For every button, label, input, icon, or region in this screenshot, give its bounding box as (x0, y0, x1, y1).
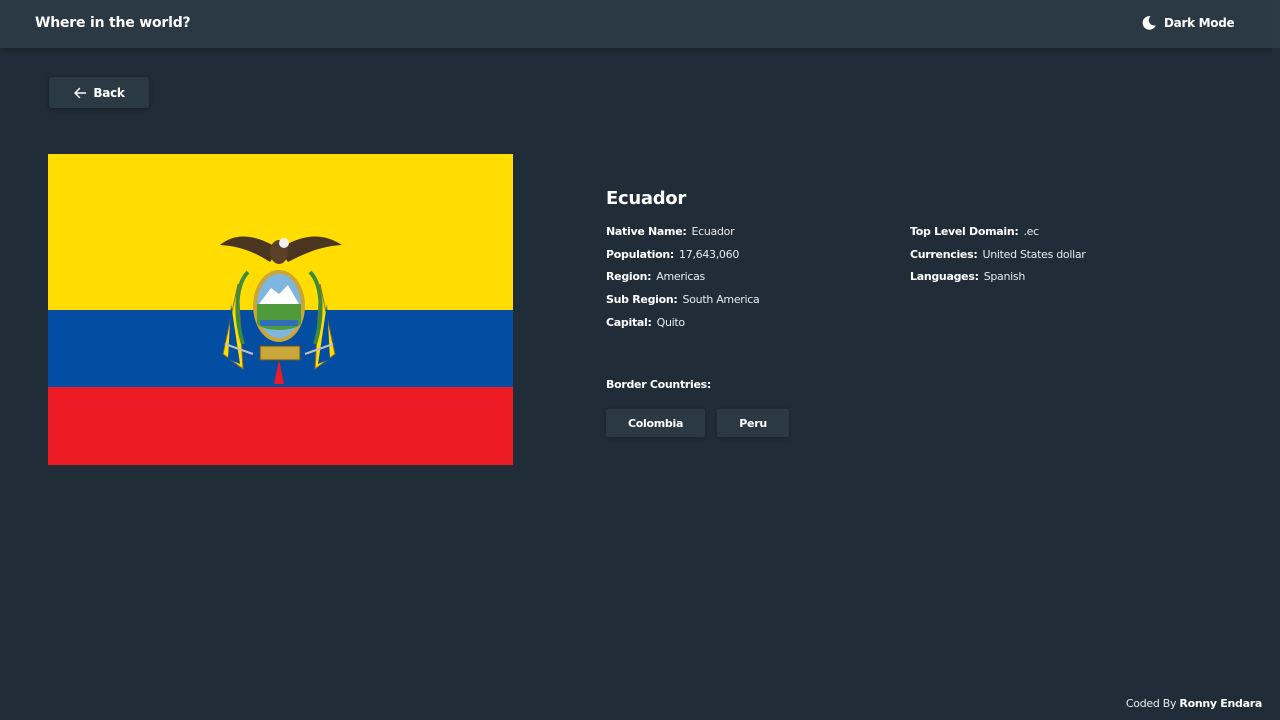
region-value: Americas (656, 270, 705, 284)
currencies-label: Currencies: (910, 247, 978, 261)
capital-label: Capital: (606, 315, 652, 329)
scrollbar[interactable] (1272, 0, 1280, 720)
sub-region-row: Sub Region: South America (606, 293, 760, 316)
app-header: Where in the world? Dark Mode (0, 0, 1280, 48)
border-country-button-colombia[interactable]: Colombia (606, 409, 706, 437)
back-button-label: Back (93, 85, 125, 100)
footer-author: Ronny Endara (1179, 697, 1262, 710)
app-title: Where in the world? (35, 15, 191, 31)
country-name: Ecuador (606, 188, 686, 209)
back-button[interactable]: Back (49, 77, 149, 108)
native-name-row: Native Name: Ecuador (606, 225, 759, 248)
region-label: Region: (606, 270, 652, 284)
languages-row: Languages: Spanish (910, 270, 1086, 293)
scrollbar-thumb[interactable] (1272, 0, 1280, 48)
border-countries-label: Border Countries: (606, 378, 712, 391)
languages-value: Spanish (983, 270, 1026, 284)
population-row: Population: 17,643,060 (606, 248, 759, 271)
population-value: 17,643,060 (679, 247, 740, 261)
population-label: Population: (606, 247, 675, 261)
tld-value: .ec (1023, 225, 1039, 238)
moon-icon (1141, 15, 1157, 31)
languages-label: Languages: (910, 270, 979, 284)
sub-region-value: South America (682, 293, 760, 307)
tld-label: Top Level Domain: (910, 225, 1019, 238)
footer-credit: Coded By Ronny Endara (1126, 697, 1262, 710)
capital-value: Quito (656, 315, 686, 329)
native-name-label: Native Name: (606, 225, 687, 238)
primary-info: Native Name: Ecuador Population: 17,643,06… (606, 225, 760, 339)
currencies-value: United States dollar (982, 247, 1086, 261)
capital-row: Capital: Quito (606, 316, 759, 339)
secondary-info: Top Level Domain: .ec Currencies: United S… (910, 225, 1086, 293)
country-detail-page: Where in the world? Dark Mode Back Ecuad… (0, 0, 1280, 720)
sub-region-label: Sub Region: (606, 293, 678, 307)
arrow-left-icon (73, 86, 87, 100)
currencies-row: Currencies: United States dollar (910, 248, 1086, 271)
border-countries-list: Colombia Peru (606, 409, 790, 437)
dark-mode-toggle[interactable]: Dark Mode (1141, 15, 1235, 31)
tld-row: Top Level Domain: .ec (910, 225, 1086, 248)
footer-prefix: Coded By (1125, 697, 1177, 710)
region-row: Region: Americas (606, 270, 759, 293)
dark-mode-label: Dark Mode (1164, 16, 1235, 30)
border-country-button-peru[interactable]: Peru (717, 409, 790, 437)
native-name-value: Ecuador (691, 225, 735, 238)
ecuador-flag (48, 154, 513, 465)
